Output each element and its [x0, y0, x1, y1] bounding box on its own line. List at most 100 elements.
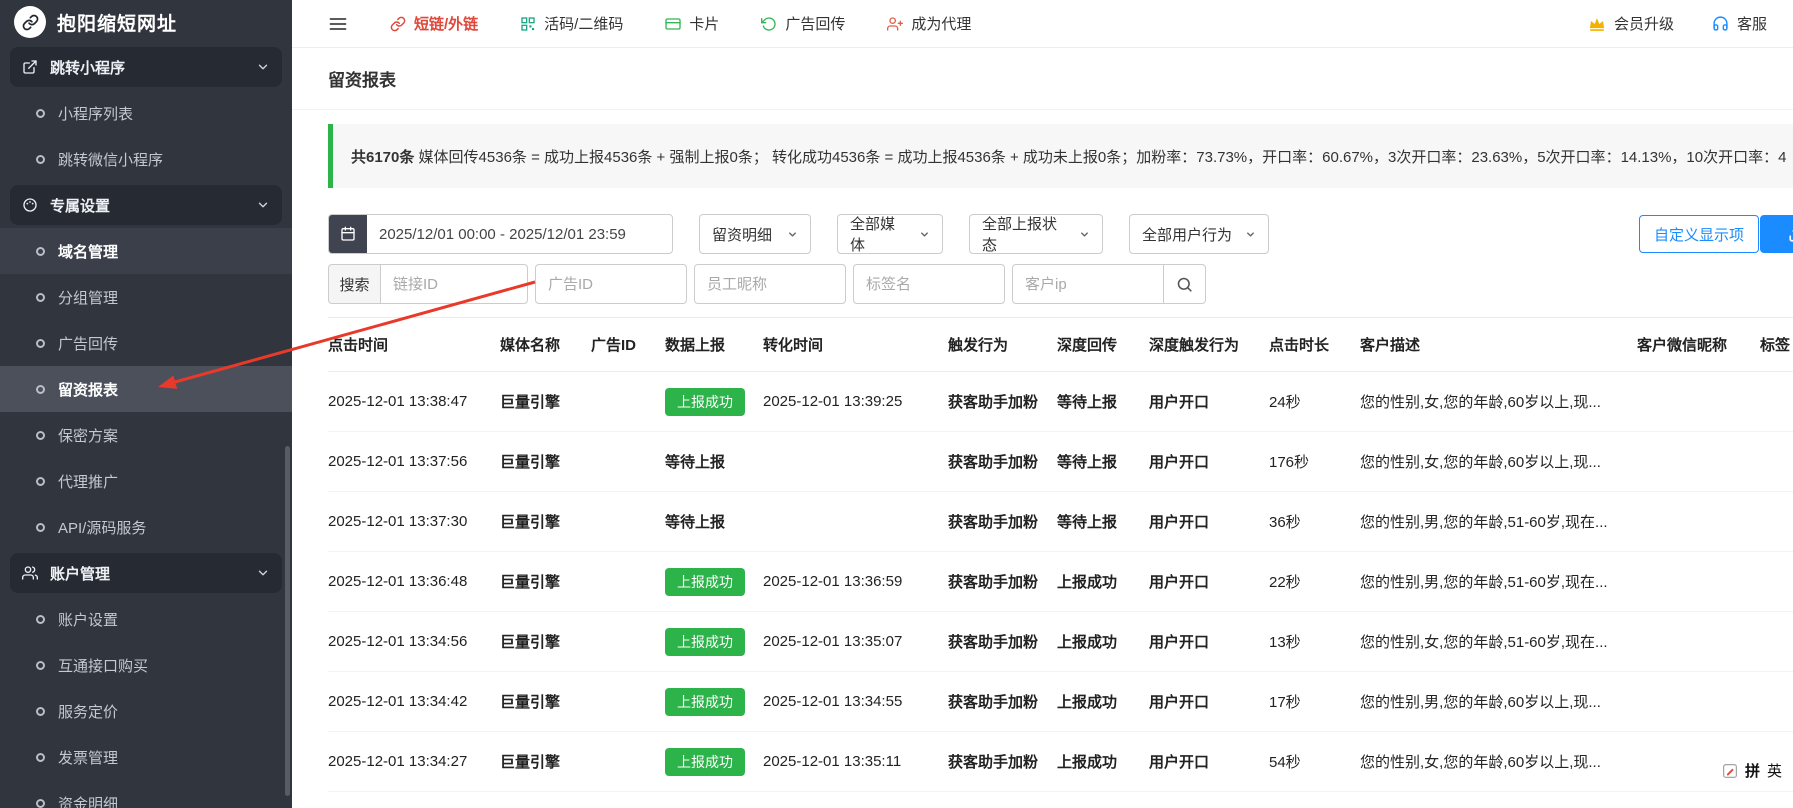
sidebar-item-privacy-plan[interactable]: 保密方案 [0, 412, 292, 458]
app-window: 抱阳缩短网址 跳转小程序 小程序列表 跳转微信小程序 专属设置 域名管理 分组管… [0, 0, 1793, 808]
sidebar-group-account-management[interactable]: 账户管理 [10, 553, 282, 593]
date-range-input[interactable]: 2025/12/01 00:00 - 2025/12/01 23:59 [328, 214, 673, 254]
cell-trigger: 获客助手加粉 [948, 552, 1057, 612]
cell-convert-time [763, 492, 948, 552]
col-tag: 标签 [1760, 318, 1793, 372]
cell-convert-time: 2025-12-01 13:35:07 [763, 612, 948, 672]
cell-tag [1760, 552, 1793, 612]
cell-wechat-nickname [1637, 372, 1760, 432]
cell-report: 上报成功 [665, 552, 763, 612]
sidebar-item-account-settings[interactable]: 账户设置 [0, 596, 292, 642]
member-upgrade-button[interactable]: 会员升级 [1588, 13, 1674, 34]
cell-deep-report: 上报成功 [1057, 672, 1149, 732]
nav-short-link[interactable]: 短链/外链 [390, 13, 478, 34]
app-title: 抱阳缩短网址 [57, 9, 177, 36]
col-wechat-nickname: 客户微信昵称 [1637, 318, 1760, 372]
nav-become-agent[interactable]: 成为代理 [887, 13, 971, 34]
sidebar-item-lead-report[interactable]: 留资报表 [0, 366, 292, 412]
item-label: 分组管理 [58, 287, 118, 308]
sidebar-item-ad-callback[interactable]: 广告回传 [0, 320, 292, 366]
ad-id-input[interactable] [535, 264, 687, 304]
cell-duration: 176秒 [1269, 432, 1360, 492]
user-behavior-select[interactable]: 全部用户行为 [1129, 214, 1269, 254]
cell-report: 上报成功 [665, 612, 763, 672]
cell-deep-trigger: 用户开口 [1149, 492, 1269, 552]
customer-service-button[interactable]: 客服 [1712, 13, 1767, 34]
cell-convert-time: 2025-12-01 13:34:55 [763, 672, 948, 732]
cell-deep-report: 上报成功 [1057, 612, 1149, 672]
logo-link-icon [14, 6, 46, 38]
cell-click-time: 2025-12-01 13:34:27 [328, 732, 500, 792]
cell-click-time: 2025-12-01 13:37:30 [328, 492, 500, 552]
qrcode-icon [520, 16, 536, 32]
sidebar-group-exclusive-settings[interactable]: 专属设置 [10, 185, 282, 225]
nav-live-qrcode[interactable]: 活码/二维码 [520, 13, 623, 34]
app-logo[interactable]: 抱阳缩短网址 [0, 0, 292, 44]
cell-click-time: 2025-12-01 13:34:56 [328, 612, 500, 672]
nav-label: 客服 [1737, 13, 1767, 34]
cell-tag [1760, 372, 1793, 432]
sidebar-item-domain-management[interactable]: 域名管理 [0, 228, 292, 274]
group-label: 专属设置 [50, 195, 110, 216]
cell-deep-report: 等待上报 [1057, 372, 1149, 432]
sidebar-item-invoice-management[interactable]: 发票管理 [0, 734, 292, 780]
bullet-icon [36, 523, 45, 532]
upload-icon [1788, 225, 1793, 243]
sidebar-item-interface-purchase[interactable]: 互通接口购买 [0, 642, 292, 688]
chevron-down-icon [256, 198, 270, 212]
tag-name-input[interactable] [853, 264, 1005, 304]
sidebar-item-service-pricing[interactable]: 服务定价 [0, 688, 292, 734]
cell-tag [1760, 672, 1793, 732]
sidebar-item-group-management[interactable]: 分组管理 [0, 274, 292, 320]
customize-columns-button[interactable]: 自定义显示项 [1639, 215, 1759, 253]
search-bar: 搜索 [328, 264, 1793, 304]
export-button[interactable] [1760, 215, 1793, 253]
sidebar-item-fund-details[interactable]: 资金明细 [0, 780, 292, 808]
cell-trigger: 获客助手加粉 [948, 672, 1057, 732]
cell-media: 巨量引擎 [500, 732, 591, 792]
search-button[interactable] [1164, 264, 1206, 304]
sidebar-item-miniprogram-list[interactable]: 小程序列表 [0, 90, 292, 136]
link-id-input[interactable] [380, 264, 528, 304]
col-report: 数据上报 [665, 318, 763, 372]
cell-trigger: 获客助手加粉 [948, 492, 1057, 552]
cell-ad-id [591, 552, 665, 612]
cell-desc: 您的性别,男,您的年龄,51-60岁,现在... [1360, 552, 1637, 612]
col-deep-report: 深度回传 [1057, 318, 1149, 372]
cell-report: 上报成功 [665, 672, 763, 732]
ime-indicator[interactable]: 拼 英 [1716, 758, 1788, 783]
col-duration: 点击时长 [1269, 318, 1360, 372]
cell-deep-trigger: 用户开口 [1149, 672, 1269, 732]
nav-label: 活码/二维码 [544, 13, 623, 34]
report-status-select[interactable]: 全部上报状态 [969, 214, 1103, 254]
item-label: 域名管理 [58, 241, 118, 262]
sidebar-item-jump-wechat-miniprogram[interactable]: 跳转微信小程序 [0, 136, 292, 182]
nav-card[interactable]: 卡片 [665, 13, 719, 34]
bullet-icon [36, 707, 45, 716]
item-label: 保密方案 [58, 425, 118, 446]
report-type-select[interactable]: 留资明细 [699, 214, 811, 254]
item-label: 代理推广 [58, 471, 118, 492]
customer-ip-input[interactable] [1012, 264, 1164, 304]
sidebar-scrollbar[interactable] [285, 446, 290, 796]
cell-wechat-nickname [1637, 432, 1760, 492]
ime-english: 英 [1767, 760, 1782, 781]
sidebar-item-api-source-service[interactable]: API/源码服务 [0, 504, 292, 550]
media-select[interactable]: 全部媒体 [837, 214, 943, 254]
sidebar-item-agent-promotion[interactable]: 代理推广 [0, 458, 292, 504]
cell-trigger: 获客助手加粉 [948, 432, 1057, 492]
sidebar-group-jump-miniprogram[interactable]: 跳转小程序 [10, 47, 282, 87]
col-ad-id: 广告ID [591, 318, 665, 372]
status-badge: 上报成功 [665, 388, 745, 416]
cell-deep-trigger: 用户开口 [1149, 612, 1269, 672]
bullet-icon [36, 431, 45, 440]
item-label: 资金明细 [58, 793, 118, 808]
cell-trigger: 获客助手加粉 [948, 372, 1057, 432]
page-title: 留资报表 [328, 66, 396, 91]
nav-ad-callback[interactable]: 广告回传 [761, 13, 845, 34]
group-label: 账户管理 [50, 563, 110, 584]
hamburger-menu-icon[interactable] [328, 14, 348, 34]
bullet-icon [36, 155, 45, 164]
staff-nickname-input[interactable] [694, 264, 846, 304]
headset-icon [1712, 15, 1729, 32]
